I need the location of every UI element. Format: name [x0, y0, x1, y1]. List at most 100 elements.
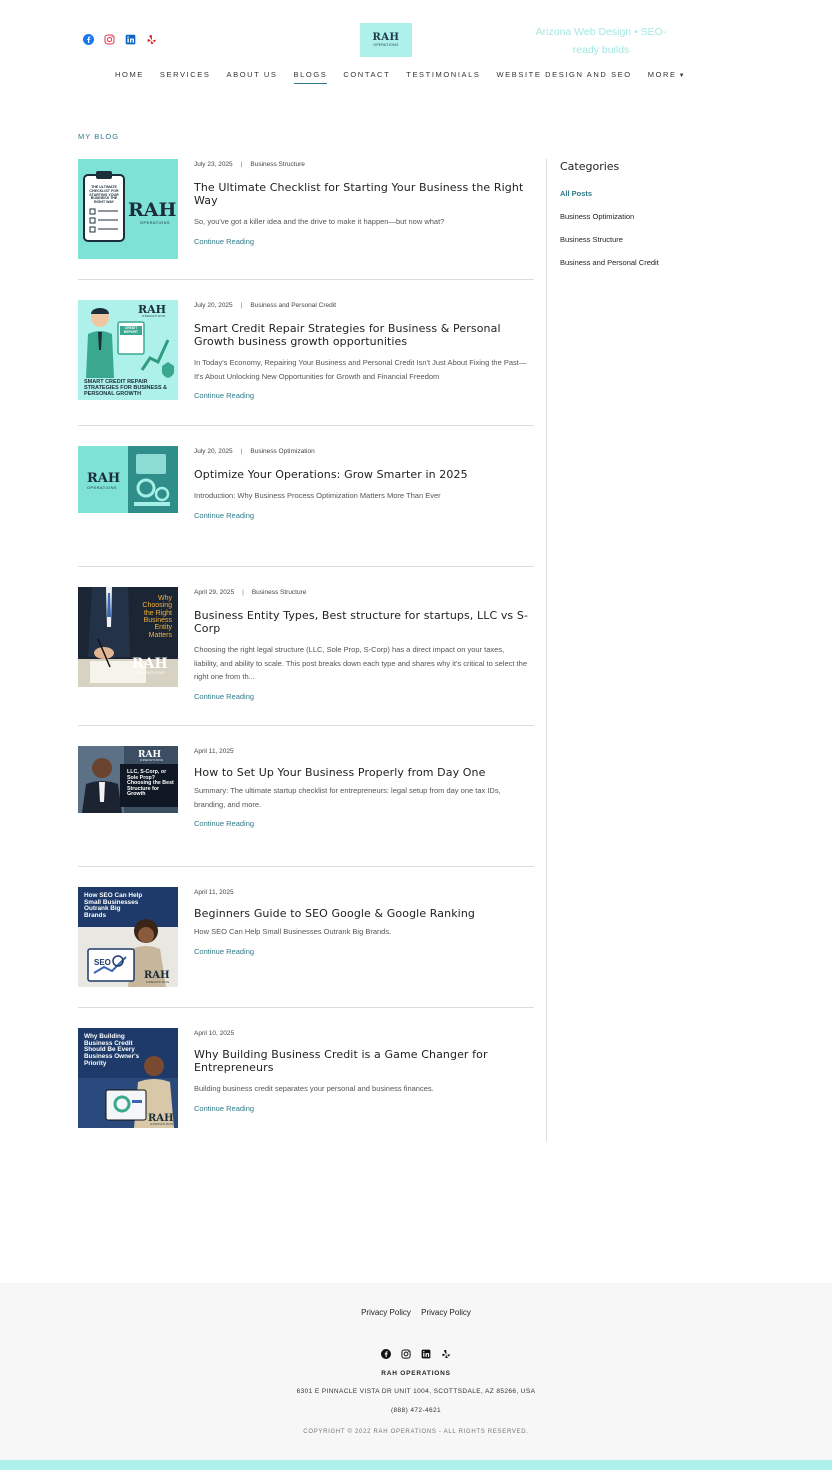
thumb-brand-sub: OPERATIONS	[140, 220, 170, 225]
post-meta: July 23, 2025 | Business Structure	[194, 159, 530, 171]
post-title[interactable]: The Ultimate Checklist for Starting Your…	[194, 181, 530, 207]
post-thumbnail[interactable]: Why Building Business Credit Should Be E…	[78, 1028, 178, 1128]
thumb-brand: RAH	[87, 471, 121, 486]
yelp-icon[interactable]	[440, 1347, 453, 1360]
post-thumbnail[interactable]: RAH OPERATIONS	[78, 446, 178, 513]
thumb-brand-sub: OPERATIONS	[140, 758, 164, 762]
main-nav: HOME SERVICES ABOUT US BLOGS CONTACT TES…	[115, 70, 702, 84]
post-title[interactable]: How to Set Up Your Business Properly fro…	[194, 766, 530, 779]
post-category[interactable]: Business Structure	[252, 589, 307, 596]
privacy-policy-link[interactable]: Privacy Policy	[421, 1308, 471, 1317]
meta-separator: |	[240, 302, 243, 309]
post-excerpt: Choosing the right legal structure (LLC,…	[194, 645, 527, 681]
nav-item-blogs[interactable]: BLOGS	[293, 70, 328, 84]
bottom-accent-bar	[0, 1460, 832, 1470]
post-title[interactable]: Business Entity Types, Best structure fo…	[194, 609, 530, 635]
thumb-brand-sub: OPERATIONS	[87, 485, 117, 490]
post-thumbnail[interactable]: CREDIT REPORT RAH OPERATIONS SMART CREDI…	[78, 300, 178, 400]
linkedin-icon[interactable]	[124, 33, 137, 46]
post-meta: April 29, 2025 | Business Structure	[194, 587, 530, 599]
nav-item-testimonials[interactable]: TESTIMONIALS	[406, 70, 480, 84]
facebook-icon[interactable]	[380, 1347, 393, 1360]
post-date: April 11, 2025	[194, 748, 234, 755]
logo-subtitle: OPERATIONS	[373, 42, 399, 47]
divider	[78, 279, 534, 280]
post-excerpt: So, you've got a killer idea and the dri…	[194, 217, 445, 226]
post-meta: April 10, 2025	[194, 1028, 530, 1040]
thumb-caption: Why Choosing the Right Business Entity M…	[142, 595, 172, 639]
post-date: July 23, 2025	[194, 161, 233, 168]
post-meta: July 20, 2025 | Business and Personal Cred…	[194, 300, 530, 312]
post-excerpt: In Today's Economy, Repairing Your Busin…	[194, 358, 527, 381]
post-excerpt: Building business credit separates your …	[194, 1084, 434, 1093]
nav-item-website-design-seo[interactable]: WEBSITE DESIGN AND SEO	[496, 70, 631, 84]
yelp-icon[interactable]	[145, 33, 158, 46]
footer-links: Privacy Policy Privacy Policy	[0, 1308, 832, 1317]
thumb-caption: THE ULTIMATE CHECKLIST FOR STARTING YOUR…	[89, 185, 119, 205]
post-body: July 20, 2025 | Business and Personal Cred…	[194, 300, 530, 402]
post-title[interactable]: Beginners Guide to SEO Google & Google R…	[194, 907, 530, 920]
nav-more-label: MORE	[647, 70, 677, 79]
divider	[78, 725, 534, 726]
thumb-caption: Why Building Business Credit Should Be E…	[84, 1033, 140, 1067]
continue-reading-link[interactable]: Continue Reading	[194, 947, 254, 956]
post-body: April 10, 2025 Why Building Business Cre…	[194, 1028, 530, 1115]
divider	[78, 566, 534, 567]
post-category[interactable]: Business Optimization	[250, 448, 314, 455]
meta-separator: |	[240, 448, 243, 455]
post-thumbnail[interactable]: Why Choosing the Right Business Entity M…	[78, 587, 178, 687]
nav-item-more[interactable]: MORE ▼	[648, 70, 686, 84]
post-category[interactable]: Business Structure	[250, 161, 305, 168]
continue-reading-link[interactable]: Continue Reading	[194, 692, 254, 701]
nav-item-about-us[interactable]: ABOUT US	[227, 70, 278, 84]
linkedin-icon[interactable]	[420, 1347, 433, 1360]
thumb-badge: SEO	[94, 958, 111, 967]
nav-item-home[interactable]: HOME	[115, 70, 144, 84]
instagram-icon[interactable]	[103, 33, 116, 46]
continue-reading-link[interactable]: Continue Reading	[194, 1104, 254, 1113]
thumb-brand-sub: OPERATIONS	[142, 314, 166, 318]
post-title[interactable]: Smart Credit Repair Strategies for Busin…	[194, 322, 530, 348]
thumb-caption: How SEO Can Help Small Businesses Outran…	[84, 892, 143, 920]
facebook-icon[interactable]	[82, 33, 95, 46]
thumb-brand-sub: OPERATIONS	[150, 1122, 174, 1126]
nav-item-contact[interactable]: CONTACT	[343, 70, 390, 84]
post-thumbnail[interactable]: THE ULTIMATE CHECKLIST FOR STARTING YOUR…	[78, 159, 178, 259]
post-thumbnail[interactable]: RAH OPERATIONS LLC, S-Corp, or Sole Prop…	[78, 746, 178, 813]
nav-item-services[interactable]: SERVICES	[160, 70, 211, 84]
instagram-icon[interactable]	[400, 1347, 413, 1360]
footer-copyright: COPYRIGHT © 2022 RAH OPERATIONS - ALL RI…	[303, 1429, 529, 1435]
category-all-posts[interactable]: All Posts	[560, 189, 686, 198]
post-meta: April 11, 2025	[194, 746, 530, 758]
footer-company-name: RAH OPERATIONS	[381, 1370, 451, 1377]
post-excerpt: Introduction: Why Business Process Optim…	[194, 491, 441, 500]
post-title[interactable]: Optimize Your Operations: Grow Smarter i…	[194, 468, 530, 481]
category-business-personal-credit[interactable]: Business and Personal Credit	[560, 258, 686, 267]
header-tagline: Arizona Web Design • SEO-ready builds	[535, 26, 667, 56]
category-business-structure[interactable]: Business Structure	[560, 235, 686, 244]
post-body: April 11, 2025 Beginners Guide to SEO Go…	[194, 887, 530, 958]
post-title[interactable]: Why Building Business Credit is a Game C…	[194, 1048, 530, 1074]
continue-reading-link[interactable]: Continue Reading	[194, 511, 254, 520]
continue-reading-link[interactable]: Continue Reading	[194, 391, 254, 400]
categories-sidebar: Categories All Posts Business Optimizati…	[546, 159, 686, 1141]
post-thumbnail[interactable]: How SEO Can Help Small Businesses Outran…	[78, 887, 178, 987]
page-title: MY BLOG	[78, 132, 120, 141]
footer-phone[interactable]: (888) 472-4621	[0, 1407, 832, 1414]
site-logo[interactable]: RAH OPERATIONS	[360, 23, 412, 57]
post-meta: July 20, 2025 | Business Optimization	[194, 446, 530, 458]
category-business-optimization[interactable]: Business Optimization	[560, 212, 686, 221]
post-body: April 29, 2025 | Business Structure Busine…	[194, 587, 530, 703]
continue-reading-link[interactable]: Continue Reading	[194, 237, 254, 246]
privacy-policy-link[interactable]: Privacy Policy	[361, 1308, 411, 1317]
thumb-caption: LLC, S-Corp, or Sole Prop? Choosing the …	[127, 769, 174, 798]
site-footer: Privacy Policy Privacy Policy RAH OPERAT…	[0, 1283, 832, 1460]
post-body: July 20, 2025 | Business Optimization Opti…	[194, 446, 530, 522]
post-date: April 11, 2025	[194, 889, 234, 896]
thumb-brand: RAH	[132, 656, 168, 672]
post-category[interactable]: Business and Personal Credit	[250, 302, 336, 309]
post-body: April 11, 2025 How to Set Up Your Busine…	[194, 746, 530, 830]
continue-reading-link[interactable]: Continue Reading	[194, 819, 254, 828]
meta-separator: |	[242, 589, 244, 596]
header-social-links	[82, 33, 158, 46]
